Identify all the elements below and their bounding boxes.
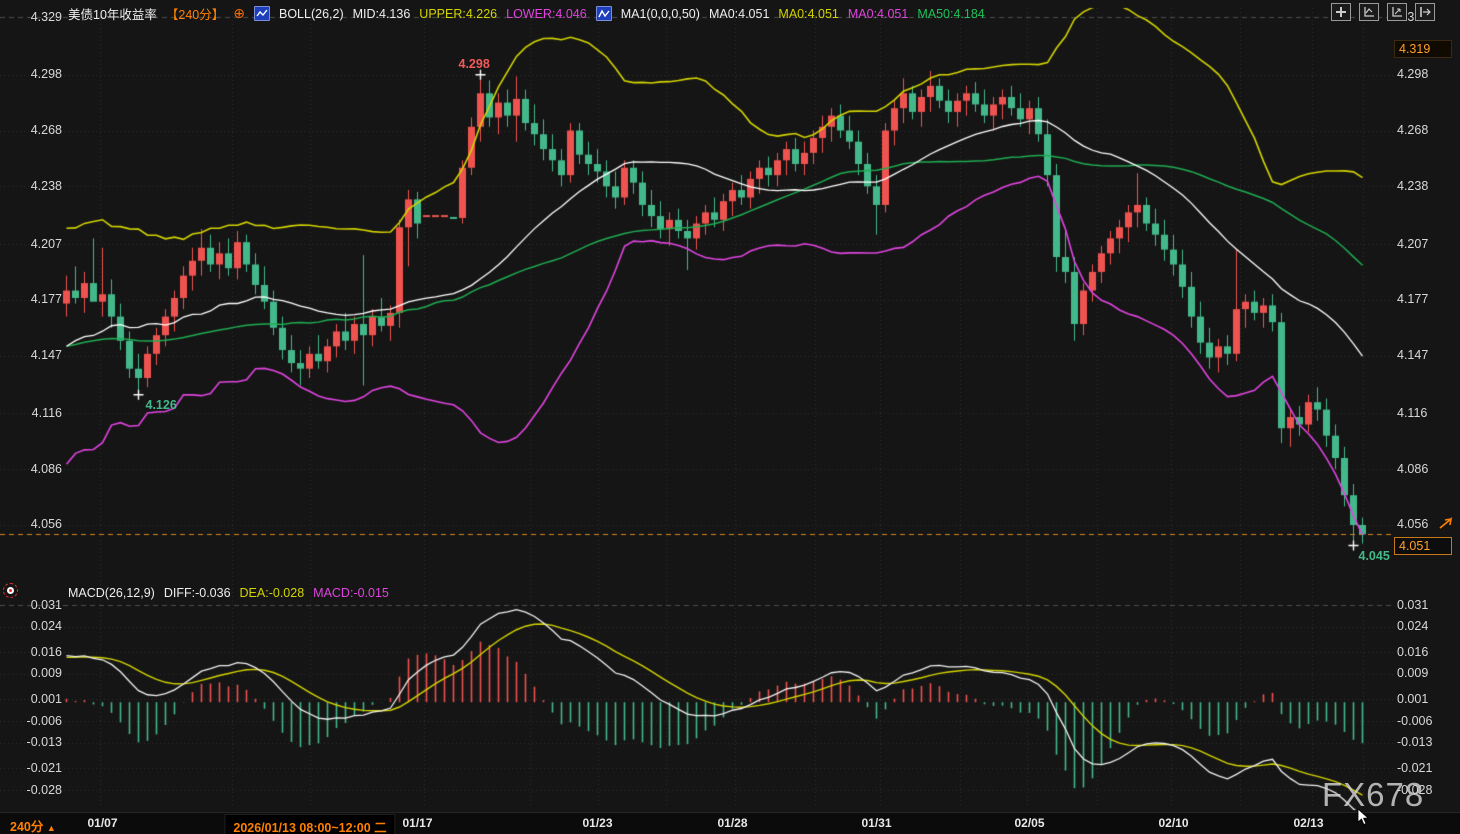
price-axis-label-left: 4.207 xyxy=(30,236,62,251)
time-axis-label: 02/05 xyxy=(1014,816,1045,830)
macd-axis-label-left: -0.021 xyxy=(26,760,62,775)
chart-window: 美债10年收益率 【240分】 ⊕ BOLL(26,2) MID:4.136 U… xyxy=(0,0,1460,834)
ma-indicator-icon[interactable] xyxy=(595,6,612,21)
axis-highlight-upper-tag: 4.319 xyxy=(1394,40,1452,58)
price-axis-label-right: 4.207 xyxy=(1397,236,1429,251)
price-axis-label-left: 4.238 xyxy=(30,178,62,193)
candlestick-macd-canvas[interactable] xyxy=(0,0,1460,834)
macd-axis-label-left: 0.001 xyxy=(30,691,62,706)
macd-axis-label-left: 0.009 xyxy=(30,666,62,681)
macd-axis-label-right: 0.016 xyxy=(1397,644,1429,659)
macd-axis-label-left: 0.024 xyxy=(30,619,62,634)
ma-name: MA1(0,0,0,50) xyxy=(620,6,700,21)
move-tool-icon[interactable] xyxy=(1331,3,1351,21)
mouse-cursor xyxy=(1357,808,1369,826)
interval-label[interactable]: 【240分】 xyxy=(166,4,224,23)
boll-upper-value: UPPER:4.226 xyxy=(419,6,498,21)
time-axis-label: 02/10 xyxy=(1158,816,1189,830)
price-axis-label-right: 4.086 xyxy=(1397,461,1429,476)
boll-mid-value: MID:4.136 xyxy=(352,6,411,21)
price-axis-label-left: 4.116 xyxy=(31,405,62,420)
price-axis-label-left: 4.147 xyxy=(30,348,62,363)
macd-name: MACD(26,12,9) xyxy=(68,586,155,600)
macd-axis-label-right: -0.021 xyxy=(1397,760,1433,775)
ma0-white-value: MA0:4.051 xyxy=(708,6,770,21)
macd-axis-label-right: -0.013 xyxy=(1397,735,1433,750)
price-axis-label-right: 4.147 xyxy=(1397,348,1429,363)
ma0-magenta-value: MA0:4.051 xyxy=(847,6,909,21)
price-axis-label-right: 4.056 xyxy=(1397,517,1429,532)
time-axis-label: 01/23 xyxy=(582,816,613,830)
collapse-panel-icon[interactable] xyxy=(1415,3,1435,21)
macd-axis-label-left: 0.016 xyxy=(30,644,62,659)
boll-lower-value: LOWER:4.046 xyxy=(506,6,587,21)
time-axis-label: 01/17 xyxy=(402,816,433,830)
price-axis-label-left: 4.177 xyxy=(30,292,62,307)
boll-name: BOLL(26,2) xyxy=(279,6,344,21)
price-axis-label-left: 4.056 xyxy=(30,517,62,532)
price-annotation: 4.298 xyxy=(458,56,490,71)
macd-legend: MACD(26,12,9) DIFF:-0.036 DEA:-0.028 MAC… xyxy=(68,586,389,600)
macd-axis-label-right: 0.031 xyxy=(1397,597,1429,612)
price-annotation: 4.045 xyxy=(1358,549,1390,564)
price-axis-label-left: 4.086 xyxy=(30,461,62,476)
price-axis-label-right: 4.238 xyxy=(1397,178,1429,193)
price-axis-label-left: 4.268 xyxy=(30,123,62,137)
price-annotation: 4.126 xyxy=(145,397,177,412)
axis-scale-icon[interactable] xyxy=(1387,3,1407,21)
main-legend: 美债10年收益率 【240分】 ⊕ BOLL(26,2) MID:4.136 U… xyxy=(68,4,985,23)
macd-dea-value: DEA:-0.028 xyxy=(239,586,305,600)
price-axis-label-right: 4.116 xyxy=(1397,405,1428,420)
macd-axis-label-right: 0.024 xyxy=(1397,619,1429,634)
macd-macd-value: MACD:-0.015 xyxy=(313,586,389,600)
macd-axis-label-left: 0.031 xyxy=(30,597,62,612)
instrument-title: 美债10年收益率 xyxy=(68,8,157,22)
fit-scale-icon[interactable] xyxy=(1359,3,1379,21)
latest-price-arrow-icon[interactable] xyxy=(1438,515,1454,531)
macd-axis-label-right: 0.009 xyxy=(1397,666,1429,681)
time-axis-label: 01/31 xyxy=(861,816,892,830)
current-price-tag: 4.051 xyxy=(1394,536,1452,555)
boll-indicator-icon[interactable] xyxy=(254,6,270,21)
macd-axis-label-right: -0.006 xyxy=(1397,713,1433,728)
time-axis-label: 02/13 xyxy=(1293,816,1324,830)
time-axis[interactable]: 240分 ▲ 2026/01/13 08:00~12:00 二 01/07 01/… xyxy=(0,812,1460,834)
add-indicator-icon[interactable]: ⊕ xyxy=(233,6,245,20)
price-axis-label-right: 4.268 xyxy=(1397,123,1429,137)
price-axis-label-right: 4.298 xyxy=(1397,67,1429,82)
price-axis-label-right: 4.177 xyxy=(1397,292,1429,307)
interval-tag[interactable]: 240分 ▲ xyxy=(10,816,56,834)
macd-axis-label-right: 0.001 xyxy=(1397,691,1429,706)
macd-diff-value: DIFF:-0.036 xyxy=(163,586,231,600)
selected-time-box: 2026/01/13 08:00~12:00 二 xyxy=(224,814,396,834)
price-axis-label-left: 4.329 xyxy=(30,9,62,24)
macd-axis-label-left: -0.006 xyxy=(26,713,62,728)
price-axis-label-left: 4.298 xyxy=(30,67,62,82)
ma0-yellow-value: MA0:4.051 xyxy=(778,6,839,21)
chart-toolbar xyxy=(1331,3,1435,21)
ma50-value: MA50:4.184 xyxy=(917,6,985,21)
time-axis-label: 01/28 xyxy=(717,816,748,830)
time-axis-label: 01/07 xyxy=(87,816,118,830)
macd-axis-label-left: -0.013 xyxy=(26,735,62,750)
triangle-up-icon: ▲ xyxy=(46,823,56,833)
macd-indicator-dot-icon[interactable] xyxy=(3,583,18,598)
macd-axis-label-left: -0.028 xyxy=(26,782,62,797)
macd-axis-label-right: -0.028 xyxy=(1397,782,1433,797)
